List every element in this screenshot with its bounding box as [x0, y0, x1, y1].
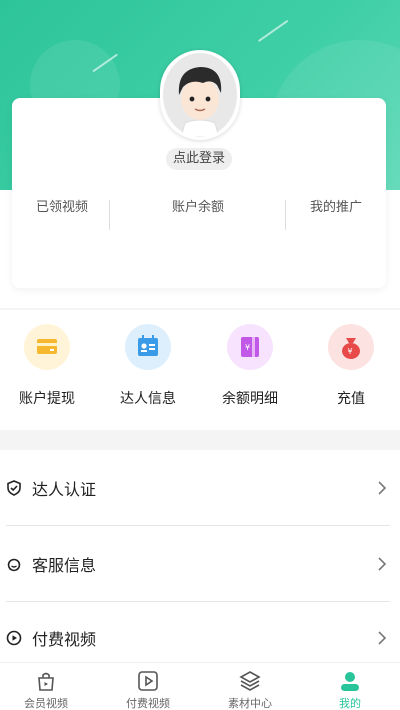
login-button[interactable]: 点此登录 [166, 148, 232, 170]
headset-smile-icon [7, 558, 21, 572]
quick-balance-detail[interactable]: ¥ 余额明细 [205, 324, 295, 408]
quick-label: 余额明细 [222, 391, 278, 407]
lock-bag-icon [38, 672, 54, 691]
shield-check-icon [7, 480, 21, 496]
tab-label: 付费视频 [126, 697, 170, 710]
menu-item-customer-service[interactable]: 客服信息 [6, 526, 390, 602]
menu-item-label: 客服信息 [32, 556, 97, 575]
stat-balance[interactable]: 账户余额 [172, 196, 224, 215]
menu-item-label: 达人认证 [32, 480, 97, 499]
quick-withdraw[interactable]: 账户提现 [2, 324, 92, 408]
chevron-right-icon [378, 631, 387, 645]
tab-label: 素材中心 [228, 697, 272, 710]
user-icon [341, 672, 359, 691]
wallet-card-icon [24, 324, 70, 370]
layers-icon [239, 671, 261, 691]
tab-label: 我的 [339, 697, 361, 710]
menu-item-label: 付费视频 [32, 630, 97, 649]
quick-label: 充值 [337, 391, 365, 407]
avatar[interactable] [160, 50, 240, 140]
tab-paid-video[interactable]: 付费视频 [108, 669, 188, 710]
bottom-tab-bar: 会员视频 付费视频 素材中心 我的 [0, 662, 400, 710]
quick-label: 达人信息 [120, 391, 176, 407]
tab-label: 会员视频 [24, 697, 68, 710]
svg-text:¥: ¥ [348, 347, 353, 356]
stat-promotion[interactable]: 我的推广 [310, 196, 362, 215]
tab-member-video[interactable]: 会员视频 [6, 669, 86, 710]
stat-videos[interactable]: 已领视频 [36, 196, 88, 215]
play-square-icon [138, 671, 158, 691]
chevron-right-icon [378, 481, 387, 495]
ledger-book-icon: ¥ [227, 324, 273, 370]
chevron-right-icon [378, 557, 387, 571]
play-circle-icon [6, 630, 22, 646]
menu-list: 达人认证 客服信息 付费视频 [0, 450, 400, 670]
tab-mine[interactable]: 我的 [310, 669, 390, 710]
id-card-icon [125, 324, 171, 370]
quick-actions: 账户提现 达人信息 ¥ 余额明细 ¥ 充值 [0, 310, 400, 430]
quick-recharge[interactable]: ¥ 充值 [306, 324, 396, 408]
quick-label: 账户提现 [19, 391, 75, 407]
tab-material-center[interactable]: 素材中心 [210, 669, 290, 710]
stat-divider [285, 200, 286, 230]
stat-divider [109, 200, 110, 230]
menu-item-certification[interactable]: 达人认证 [6, 450, 390, 526]
quick-influencer-info[interactable]: 达人信息 [103, 324, 193, 408]
money-bag-icon: ¥ [328, 324, 374, 370]
svg-text:¥: ¥ [245, 343, 250, 352]
